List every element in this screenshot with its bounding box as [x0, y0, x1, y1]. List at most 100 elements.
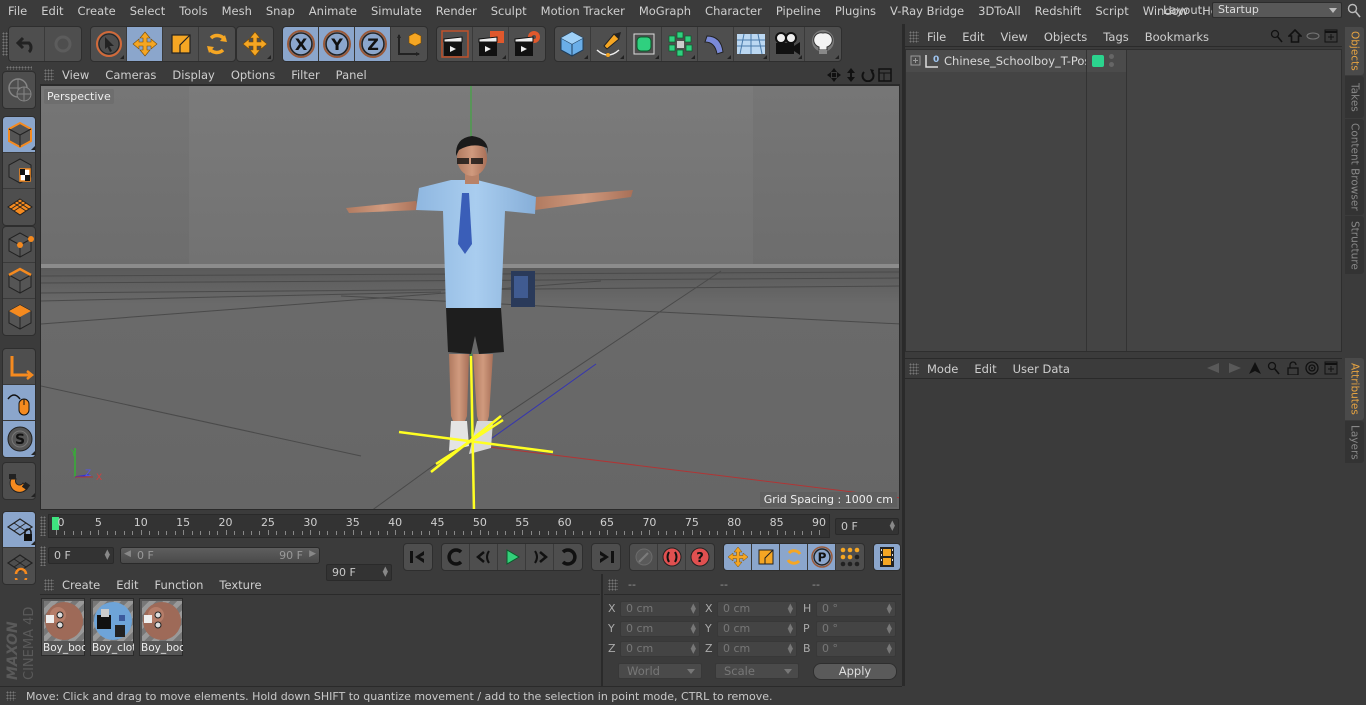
move-tool-button[interactable]: [127, 27, 163, 61]
object-menu-tags[interactable]: Tags: [1095, 30, 1136, 44]
size-mode-select[interactable]: Scale: [715, 663, 799, 679]
new-panel-icon[interactable]: [1324, 361, 1338, 375]
editor-visibility-dot[interactable]: [1109, 54, 1114, 59]
tab-objects[interactable]: Objects: [1345, 27, 1364, 75]
object-menu-bookmarks[interactable]: Bookmarks: [1137, 30, 1217, 44]
material-menu-function[interactable]: Function: [147, 578, 212, 592]
object-menu-file[interactable]: File: [919, 30, 954, 44]
menu-motion-tracker[interactable]: Motion Tracker: [534, 4, 632, 18]
tab-layers[interactable]: Layers: [1345, 421, 1364, 463]
redo-button[interactable]: [45, 27, 81, 61]
dolly-icon[interactable]: [844, 68, 858, 82]
viewport-menu-view[interactable]: View: [54, 68, 97, 82]
filter-icon[interactable]: [1306, 29, 1320, 43]
attribute-manager-grip[interactable]: [909, 362, 919, 375]
next-key-button[interactable]: [554, 544, 582, 570]
size-x-field[interactable]: 0 cm ▲ ▼: [717, 601, 797, 617]
next-frame-button[interactable]: [526, 544, 554, 570]
coordinate-system-button[interactable]: [391, 27, 427, 61]
viewport-menu-cameras[interactable]: Cameras: [97, 68, 164, 82]
menu-pipeline[interactable]: Pipeline: [769, 4, 828, 18]
make-editable-button[interactable]: [3, 72, 35, 108]
search-icon[interactable]: [1347, 3, 1361, 19]
menu-render[interactable]: Render: [429, 4, 484, 18]
undo-button[interactable]: [9, 27, 45, 61]
home-icon[interactable]: [1288, 29, 1302, 43]
viewport-menu-filter[interactable]: Filter: [283, 68, 327, 82]
material-menu-texture[interactable]: Texture: [211, 578, 269, 592]
start-frame-field[interactable]: 0 F ▲ ▼: [48, 547, 114, 564]
3d-viewport[interactable]: Y Z X Perspective Grid Spacing : 1000 cm: [40, 85, 900, 510]
menu-file[interactable]: File: [0, 4, 34, 18]
status-grip[interactable]: [6, 691, 16, 701]
target-icon[interactable]: [1305, 361, 1319, 375]
object-menu-view[interactable]: View: [993, 30, 1036, 44]
key-position-button[interactable]: [724, 544, 752, 570]
x-axis-lock-button[interactable]: X: [283, 27, 319, 61]
key-point-level-button[interactable]: [836, 544, 864, 570]
position-x-field[interactable]: 0 cm ▲ ▼: [620, 601, 700, 617]
planar-workplane-button[interactable]: [3, 548, 35, 584]
position-z-field[interactable]: 0 cm ▲ ▼: [620, 641, 700, 657]
size-y-field[interactable]: 0 cm ▲ ▼: [717, 621, 797, 637]
render-view-button[interactable]: [437, 27, 473, 61]
coordinate-mode-select[interactable]: World: [618, 663, 702, 679]
cube-button[interactable]: [555, 27, 591, 61]
new-panel-icon[interactable]: [1324, 29, 1338, 43]
menu-animate[interactable]: Animate: [302, 4, 364, 18]
light-button[interactable]: [805, 27, 841, 61]
menu-edit[interactable]: Edit: [34, 4, 70, 18]
autokey-button[interactable]: ?: [686, 544, 714, 570]
record-active-button[interactable]: [658, 544, 686, 570]
pen-spline-button[interactable]: [591, 27, 627, 61]
polygons-mode-button[interactable]: [3, 299, 35, 335]
viewport-grip[interactable]: [44, 69, 54, 81]
navigate-up-icon[interactable]: [1248, 361, 1262, 375]
render-settings-button[interactable]: [509, 27, 545, 61]
points-mode-button[interactable]: [3, 227, 35, 263]
tab-structure[interactable]: Structure: [1345, 216, 1364, 274]
object-manager-grip[interactable]: [909, 30, 919, 43]
search-icon[interactable]: [1270, 29, 1284, 43]
menu-3dtoall[interactable]: 3DToAll: [971, 4, 1028, 18]
subdivision-surface-button[interactable]: [627, 27, 663, 61]
pan-icon[interactable]: [827, 68, 841, 82]
key-scale-button[interactable]: [752, 544, 780, 570]
layout-select[interactable]: Startup: [1212, 2, 1342, 18]
viewport-menu-display[interactable]: Display: [164, 68, 222, 82]
menu-plugins[interactable]: Plugins: [828, 4, 883, 18]
viewport-menu-options[interactable]: Options: [223, 68, 283, 82]
render-visibility-dot[interactable]: [1109, 62, 1114, 67]
live-selection-button[interactable]: [91, 27, 127, 61]
tab-attributes[interactable]: Attributes: [1345, 358, 1364, 420]
unlock-icon[interactable]: [1286, 361, 1300, 375]
transport-grip[interactable]: [40, 546, 46, 566]
go-to-start-button[interactable]: [404, 544, 432, 570]
z-axis-lock-button[interactable]: Z: [355, 27, 391, 61]
snap-button[interactable]: [3, 463, 35, 499]
material-item[interactable]: Boy_clot: [90, 598, 134, 656]
attribute-menu-edit[interactable]: Edit: [966, 362, 1004, 376]
panel-divider[interactable]: [601, 574, 603, 686]
material-item[interactable]: Boy_boc: [41, 598, 85, 656]
solo-button[interactable]: S: [3, 421, 35, 457]
previous-frame-button[interactable]: [470, 544, 498, 570]
object-menu-edit[interactable]: Edit: [954, 30, 992, 44]
go-to-end-button[interactable]: [592, 544, 620, 570]
current-frame-field[interactable]: 0 F ▲ ▼: [835, 518, 899, 535]
rotation-h-field[interactable]: 0 ° ▲ ▼: [816, 601, 896, 617]
apply-button[interactable]: Apply: [813, 663, 897, 680]
play-button[interactable]: [498, 544, 526, 570]
orbit-icon[interactable]: [861, 68, 875, 82]
attribute-menu-mode[interactable]: Mode: [919, 362, 966, 376]
menu-mograph[interactable]: MoGraph: [632, 4, 698, 18]
camera-button[interactable]: [770, 27, 806, 61]
viewport-menu-panel[interactable]: Panel: [328, 68, 375, 82]
menu-simulate[interactable]: Simulate: [364, 4, 429, 18]
camera-label[interactable]: Perspective: [44, 89, 114, 104]
menu-select[interactable]: Select: [123, 4, 172, 18]
model-mode-button[interactable]: [3, 117, 35, 153]
coordinates-grip[interactable]: [608, 579, 618, 591]
position-y-field[interactable]: 0 cm ▲ ▼: [620, 621, 700, 637]
menu-create[interactable]: Create: [71, 4, 123, 18]
